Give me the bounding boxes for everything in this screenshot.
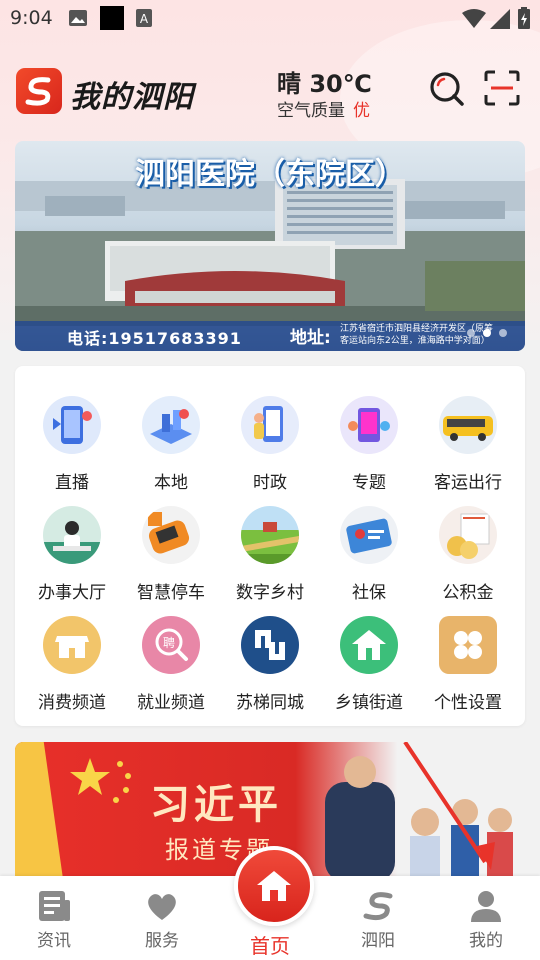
- tab-service[interactable]: 服务: [112, 876, 212, 960]
- grid-label: 乡镇街道: [335, 693, 403, 713]
- grid-label: 本地: [154, 473, 188, 493]
- service-grid: 直播 本地 时政 专题 客运出行 办事大厅 智慧停车 数字乡村 社保 公积金 消…: [15, 366, 525, 726]
- grid-label: 智慧停车: [137, 583, 205, 603]
- grid-item-housing-fund[interactable]: 公积金: [418, 506, 518, 616]
- grid-label: 个性设置: [434, 693, 502, 713]
- parking-icon: [142, 506, 200, 564]
- bus-icon: [439, 396, 497, 454]
- grid-label: 公积金: [442, 583, 494, 603]
- profile-icon: [468, 888, 504, 924]
- grid-item-sutong[interactable]: 苏梯同城: [220, 616, 320, 726]
- grid-item-live[interactable]: 直播: [22, 396, 122, 506]
- settings-icon: [439, 616, 497, 674]
- grid-item-bus[interactable]: 客运出行: [418, 396, 518, 506]
- grid-label: 苏梯同城: [236, 693, 304, 713]
- tab-news[interactable]: 资讯: [4, 876, 104, 960]
- search-icon: [430, 72, 464, 106]
- promo-decoration: [15, 742, 67, 882]
- grid-item-topic[interactable]: 专题: [319, 396, 419, 506]
- battery-icon: [518, 7, 530, 33]
- promo-photo: [325, 742, 513, 882]
- signal-icon: [490, 9, 510, 33]
- sutong-icon: [241, 616, 299, 674]
- promo-title: 习近平: [150, 781, 282, 828]
- grid-item-town[interactable]: 乡镇街道: [319, 616, 419, 726]
- app-logo-icon: [16, 68, 62, 114]
- tab-siyang[interactable]: 泗阳: [328, 876, 428, 960]
- grid-item-politics[interactable]: 时政: [220, 396, 320, 506]
- news-icon: [36, 888, 72, 924]
- grid-item-service-hall[interactable]: 办事大厅: [22, 506, 122, 616]
- air-quality-label: 空气质量: [277, 101, 345, 121]
- grid-item-social-security[interactable]: 社保: [319, 506, 419, 616]
- air-quality: 空气质量优: [277, 96, 370, 121]
- grid-label: 专题: [352, 473, 386, 493]
- village-icon: [241, 506, 299, 564]
- banner-address-label: 地址:: [290, 328, 331, 348]
- wifi-icon: [462, 9, 486, 33]
- job-icon: 聘: [142, 616, 200, 674]
- banner-title: 泗阳医院（东院区）: [135, 157, 405, 192]
- text-notification-icon: A: [136, 9, 152, 31]
- social-security-icon: [340, 506, 398, 564]
- shop-icon: [43, 616, 101, 674]
- tab-label: 泗阳: [361, 931, 395, 951]
- tab-label: 首页: [250, 934, 290, 958]
- scan-button[interactable]: [484, 70, 522, 108]
- banner-footer: 电话:19517683391 地址: 江苏省宿迁市泗阳县经济开发区（原筹客运站向…: [15, 321, 525, 351]
- home-button[interactable]: [234, 846, 314, 926]
- live-icon: [43, 396, 101, 454]
- carousel-dot[interactable]: [499, 329, 507, 337]
- grid-label: 就业频道: [137, 693, 205, 713]
- topic-icon: [340, 396, 398, 454]
- weather-summary: 晴 30℃: [277, 70, 372, 98]
- grid-label: 消费频道: [38, 693, 106, 713]
- town-icon: [340, 616, 398, 674]
- gallery-notification-icon: [68, 9, 88, 31]
- heart-icon: [144, 888, 180, 924]
- status-bar: 9:04 A: [0, 0, 540, 36]
- grid-item-parking[interactable]: 智慧停车: [121, 506, 221, 616]
- svg-text:A: A: [140, 12, 149, 26]
- grid-item-job[interactable]: 聘 就业频道: [121, 616, 221, 726]
- app-header: 我的泗阳 晴 30℃ 空气质量优: [0, 56, 540, 126]
- grid-item-village[interactable]: 数字乡村: [220, 506, 320, 616]
- grid-label: 数字乡村: [236, 583, 304, 603]
- grid-item-local[interactable]: 本地: [121, 396, 221, 506]
- search-button[interactable]: [428, 70, 466, 108]
- carousel-indicator[interactable]: [467, 329, 507, 337]
- tab-label: 资讯: [37, 931, 71, 951]
- grid-label: 直播: [55, 473, 89, 493]
- politics-icon: [241, 396, 299, 454]
- svg-text:聘: 聘: [163, 636, 175, 650]
- carousel-dot-active[interactable]: [483, 329, 491, 337]
- service-hall-icon: [43, 506, 101, 564]
- scan-icon: [484, 70, 520, 106]
- square-notification-icon: [100, 6, 124, 34]
- grid-label: 时政: [253, 473, 287, 493]
- grid-label: 客运出行: [434, 473, 502, 493]
- grid-item-settings[interactable]: 个性设置: [418, 616, 518, 726]
- home-icon: [257, 871, 291, 901]
- tab-label: 我的: [469, 931, 503, 951]
- hero-banner[interactable]: 泗阳医院（东院区） 电话:19517683391 地址: 江苏省宿迁市泗阳县经济…: [15, 141, 525, 351]
- housing-fund-icon: [439, 506, 497, 564]
- siyang-icon: [360, 888, 396, 924]
- app-name: 我的泗阳: [70, 80, 194, 115]
- banner-phone: 电话:19517683391: [67, 329, 242, 348]
- star-icon: [70, 758, 131, 803]
- tab-label: 服务: [145, 931, 179, 951]
- grid-label: 社保: [352, 583, 386, 603]
- carousel-dot[interactable]: [467, 329, 475, 337]
- local-icon: [142, 396, 200, 454]
- air-quality-value: 优: [353, 101, 370, 121]
- tab-profile[interactable]: 我的: [436, 876, 536, 960]
- grid-label: 办事大厅: [38, 583, 106, 603]
- status-time: 9:04: [10, 7, 53, 29]
- grid-item-shop[interactable]: 消费频道: [22, 616, 122, 726]
